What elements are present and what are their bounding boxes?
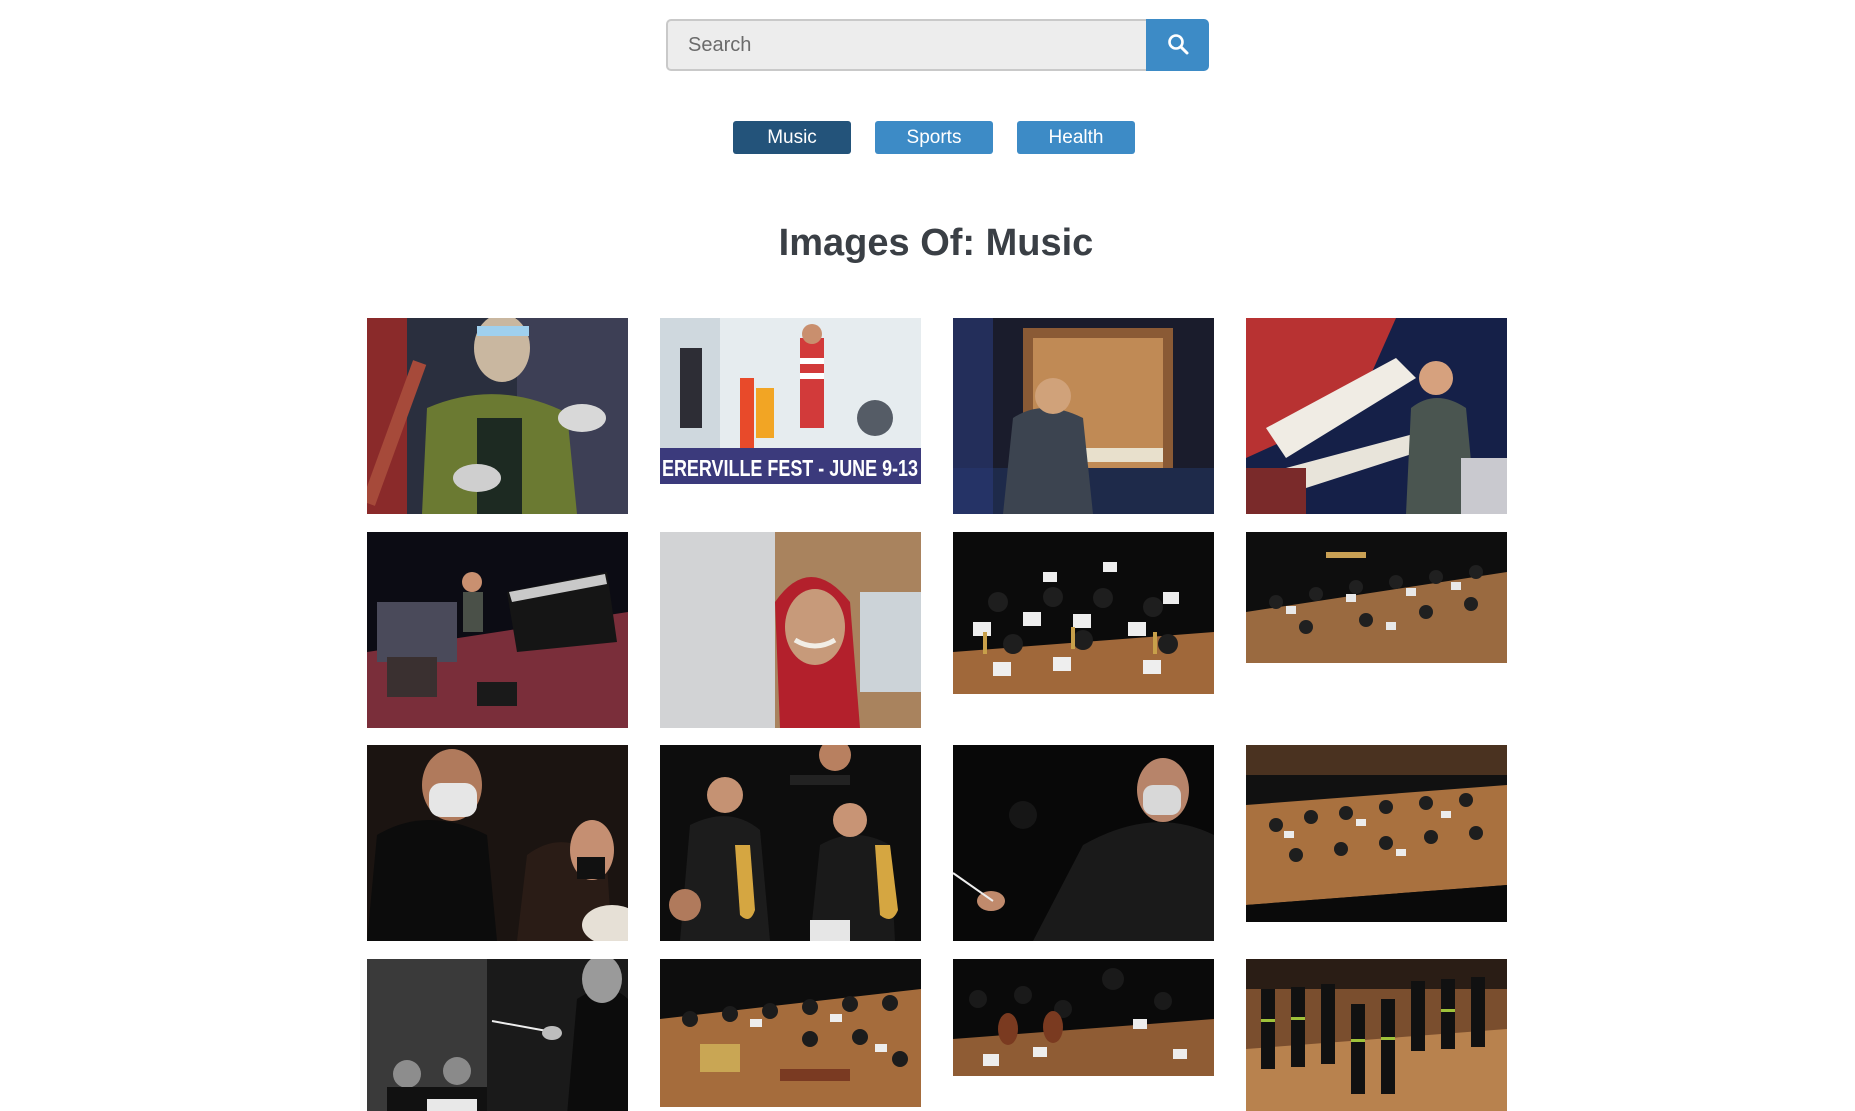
gallery-image-conductor-baton[interactable] bbox=[953, 745, 1214, 941]
gallery-image-choir-stage[interactable] bbox=[1246, 959, 1507, 1111]
gallery-image-percussion-orchestra[interactable] bbox=[660, 959, 921, 1107]
gallery-image-old-woman[interactable] bbox=[660, 532, 921, 728]
gallery-image-saxophone-section[interactable] bbox=[660, 745, 921, 941]
gallery-image-stage-pianist[interactable] bbox=[367, 532, 628, 728]
category-music-button[interactable]: Music bbox=[733, 121, 851, 154]
gallery-image-orchestra-stage-wide[interactable] bbox=[1246, 532, 1507, 663]
category-sports-button[interactable]: Sports bbox=[875, 121, 993, 154]
gallery-image-masked-conductor[interactable] bbox=[367, 745, 628, 941]
gallery-image-orchestra-saxophones[interactable] bbox=[953, 532, 1214, 694]
gallery-image-orchestra-hall-wide[interactable] bbox=[1246, 745, 1507, 922]
gallery-image-masked-performer[interactable] bbox=[367, 318, 628, 514]
page: Music Sports Health Images Of: Music bbox=[0, 0, 1855, 1111]
page-title: Images Of: Music bbox=[778, 222, 1094, 264]
fest-banner-text: ERERVILLE FEST - JUNE 9-13 bbox=[662, 455, 918, 481]
gallery-image-pianist-keyboard[interactable] bbox=[1246, 318, 1507, 514]
gallery-image-conductor-bw[interactable] bbox=[367, 959, 628, 1111]
gallery-image-fest-band[interactable]: ERERVILLE FEST - JUNE 9-13 bbox=[660, 318, 921, 484]
search-bar bbox=[666, 19, 1209, 71]
search-icon bbox=[1166, 32, 1190, 59]
search-button[interactable] bbox=[1146, 19, 1209, 71]
category-buttons: Music Sports Health bbox=[733, 121, 1135, 154]
search-input[interactable] bbox=[666, 19, 1146, 71]
category-health-button[interactable]: Health bbox=[1017, 121, 1135, 154]
gallery-image-strings-orchestra[interactable] bbox=[953, 959, 1214, 1076]
gallery-image-organist[interactable] bbox=[953, 318, 1214, 514]
